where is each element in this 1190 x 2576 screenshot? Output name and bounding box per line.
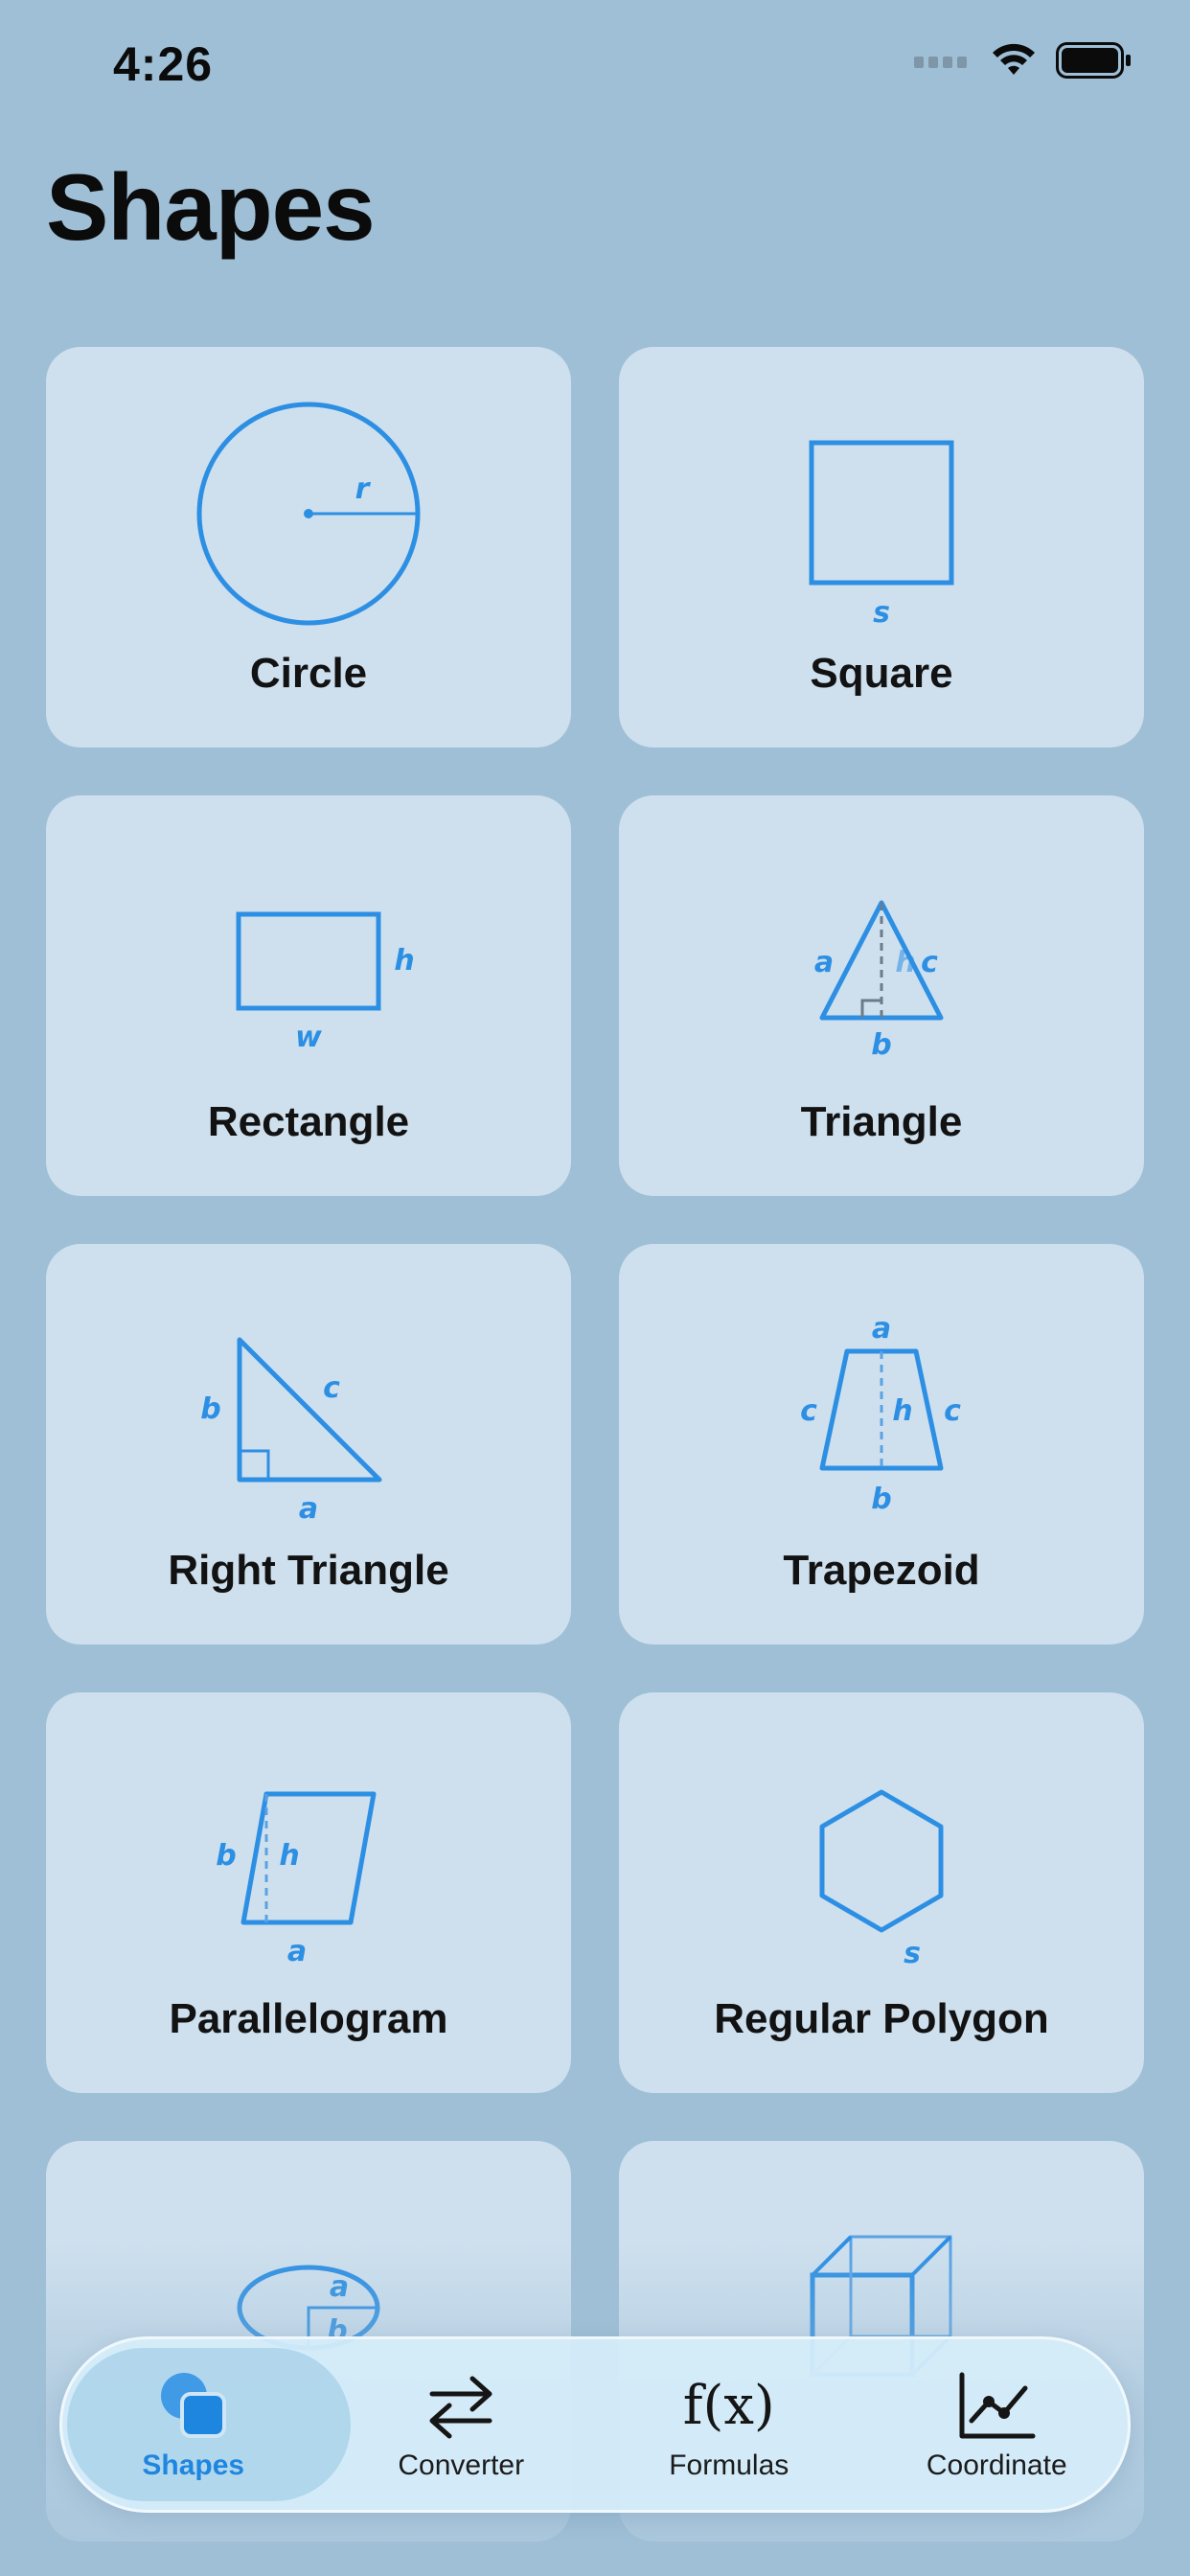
tab-converter[interactable]: Converter bbox=[328, 2336, 596, 2513]
height-label: h bbox=[279, 1839, 299, 1873]
right-triangle-diagram: b c a bbox=[200, 1337, 382, 1526]
radius-label: r bbox=[355, 472, 372, 506]
right-c-label: c bbox=[944, 1394, 961, 1428]
shape-name: Circle bbox=[249, 650, 368, 697]
status-icons bbox=[914, 42, 1133, 79]
arrows-left-right-icon bbox=[418, 2367, 504, 2444]
tab-label: Converter bbox=[398, 2450, 525, 2481]
shapes-icon bbox=[150, 2367, 237, 2444]
shape-name: Right Triangle bbox=[168, 1547, 449, 1594]
side-c-label: c bbox=[921, 946, 938, 979]
trapezoid-diagram: a c h c b bbox=[800, 1312, 961, 1516]
height-label: h bbox=[892, 1394, 912, 1428]
rectangle-diagram: h w bbox=[236, 911, 415, 1054]
shapes-grid: r Circle s Square h w Rectangle a h c b … bbox=[46, 347, 1144, 2542]
shape-name: Trapezoid bbox=[783, 1547, 980, 1594]
shape-name: Triangle bbox=[800, 1098, 963, 1145]
square-diagram: s bbox=[809, 440, 954, 630]
hexagon-diagram: s bbox=[819, 1789, 944, 1970]
height-label: h bbox=[394, 944, 414, 978]
shape-name: Square bbox=[810, 650, 953, 697]
tab-label: Coordinate bbox=[926, 2450, 1067, 2481]
tab-label: Formulas bbox=[669, 2450, 790, 2481]
tab-formulas[interactable]: f(x) Formulas bbox=[595, 2336, 863, 2513]
width-label: w bbox=[295, 1021, 322, 1054]
tab-coordinate[interactable]: Coordinate bbox=[863, 2336, 1132, 2513]
side-label: s bbox=[904, 1937, 921, 1970]
base-label: b bbox=[871, 1028, 891, 1062]
side-b-label: b bbox=[216, 1839, 236, 1873]
side-a-label: a bbox=[299, 1492, 318, 1526]
battery-icon bbox=[1056, 42, 1131, 79]
shape-card-triangle[interactable]: a h c b Triangle bbox=[619, 795, 1144, 1196]
wifi-icon bbox=[993, 43, 1035, 75]
shape-card-regular-polygon[interactable]: s Regular Polygon bbox=[619, 1692, 1144, 2093]
shape-card-rectangle[interactable]: h w Rectangle bbox=[46, 795, 571, 1196]
shape-card-trapezoid[interactable]: a c h c b Trapezoid bbox=[619, 1244, 1144, 1644]
shape-name: Rectangle bbox=[207, 1098, 410, 1145]
shape-card-parallelogram[interactable]: b h a Parallelogram bbox=[46, 1692, 571, 2093]
shape-card-square[interactable]: s Square bbox=[619, 347, 1144, 748]
height-label: h bbox=[895, 946, 915, 979]
top-a-label: a bbox=[872, 1312, 891, 1346]
shape-card-circle[interactable]: r Circle bbox=[46, 347, 571, 748]
line-chart-icon bbox=[953, 2367, 1040, 2444]
circle-diagram: r bbox=[196, 402, 421, 626]
base-a-label: a bbox=[287, 1935, 307, 1968]
tab-shapes[interactable]: Shapes bbox=[59, 2336, 351, 2513]
side-label: s bbox=[873, 596, 890, 630]
parallelogram-diagram: b h a bbox=[216, 1791, 377, 1968]
function-icon: f(x) bbox=[682, 2367, 775, 2444]
cellular-signal-icon bbox=[914, 57, 967, 68]
left-c-label: c bbox=[800, 1394, 817, 1428]
status-time: 4:26 bbox=[113, 37, 214, 91]
side-a-label: a bbox=[814, 946, 834, 979]
function-glyph: f(x) bbox=[682, 2374, 775, 2437]
triangle-diagram: a h c b bbox=[814, 900, 944, 1062]
side-b-label: b bbox=[200, 1392, 220, 1426]
tab-label: Shapes bbox=[142, 2450, 245, 2481]
shape-name: Regular Polygon bbox=[714, 1995, 1049, 2042]
tab-bar: Shapes Converter f(x) Formulas Coordinat… bbox=[59, 2336, 1131, 2513]
base-b-label: b bbox=[871, 1483, 891, 1516]
hypotenuse-c-label: c bbox=[323, 1371, 340, 1405]
status-bar: 4:26 bbox=[0, 0, 1190, 134]
shape-card-right-triangle[interactable]: b c a Right Triangle bbox=[46, 1244, 571, 1644]
page-title: Shapes bbox=[46, 154, 376, 260]
shape-name: Parallelogram bbox=[169, 1995, 448, 2042]
